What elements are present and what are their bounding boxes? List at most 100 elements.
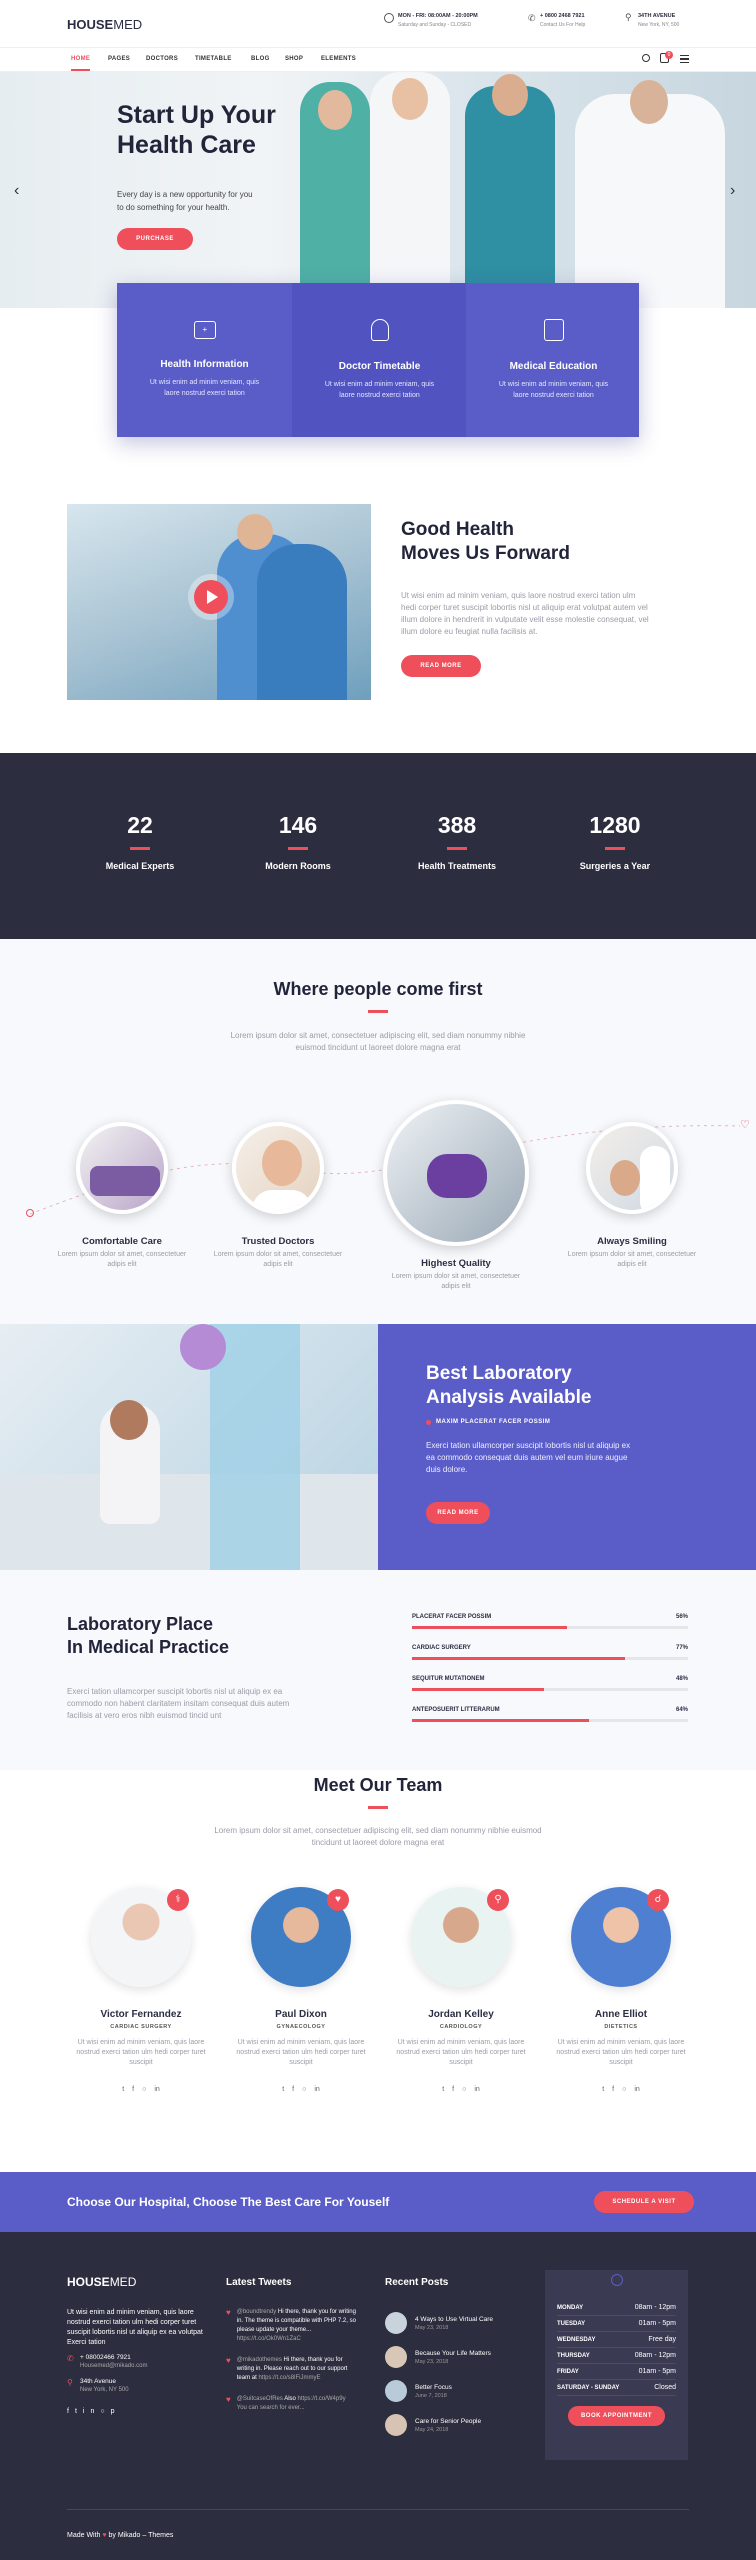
footer-logo[interactable]: HOUSEMED xyxy=(67,2275,136,2289)
hero-text-line1: Every day is a new opportunity for you xyxy=(117,190,253,199)
lab-read-more-button[interactable]: READ MORE xyxy=(426,1502,490,1524)
footer-logo-light: MED xyxy=(109,2275,137,2289)
post-thumbnail xyxy=(385,2346,407,2368)
team-member-victor-fernandez[interactable]: ⚕ Victor Fernandez CARDIAC SURGERY Ut wi… xyxy=(76,1887,206,2096)
nav-blog[interactable]: BLOG xyxy=(251,56,270,62)
logo[interactable]: HOUSEMED xyxy=(67,17,142,32)
nav-timetable[interactable]: TIMETABLE xyxy=(195,56,232,62)
menu-icon[interactable] xyxy=(680,55,689,63)
facebook-icon[interactable]: f xyxy=(67,2408,75,2415)
recent-post[interactable]: 4 Ways to Use Virtual Care May 23, 2018 xyxy=(385,2306,510,2340)
footer-about: Ut wisi enim ad minim veniam, quis laore… xyxy=(67,2309,203,2346)
search-icon[interactable] xyxy=(642,54,650,62)
team-member-paul-dixon[interactable]: ♥ Paul Dixon GYNAECOLOGY Ut wisi enim ad… xyxy=(236,1887,366,2096)
hours-row: MONDAY 08am - 12pm xyxy=(557,2300,676,2316)
schedule-visit-button[interactable]: SCHEDULE A VISIT xyxy=(594,2191,694,2213)
tweet-handle[interactable]: @SuitcaseOfRes xyxy=(237,2396,283,2402)
team-member-jordan-kelley[interactable]: ⚲ Jordan Kelley CARDIOLOGY Ut wisi enim … xyxy=(396,1887,526,2096)
instagram-icon[interactable]: ○ xyxy=(142,2086,146,2093)
twitter-icon[interactable]: t xyxy=(75,2408,83,2415)
address-sub: New York, NY, 500 xyxy=(638,22,680,28)
team-photo: ⚲ xyxy=(411,1887,511,1987)
team-role: CARDIAC SURGERY xyxy=(110,2024,172,2030)
twitter-icon[interactable]: t xyxy=(602,2086,604,2093)
service-title: Medical Education xyxy=(509,361,598,372)
nav-home[interactable]: HOME xyxy=(71,56,91,71)
instagram-icon[interactable]: ○ xyxy=(100,2408,110,2415)
team-photo: ☌ xyxy=(571,1887,671,1987)
team-social: t f ○ in xyxy=(396,2078,526,2096)
nav-doctors[interactable]: DOCTORS xyxy=(146,56,178,62)
recent-post[interactable]: Better Focus June 7, 2018 xyxy=(385,2374,510,2408)
nav-elements[interactable]: ELEMENTS xyxy=(321,56,356,62)
lab-balloon xyxy=(180,1324,226,1370)
hero-slider: ‹ › Start Up Your Health Care Every day i… xyxy=(0,72,756,308)
team-member-anne-elliot[interactable]: ☌ Anne Elliot DIETETICS Ut wisi enim ad … xyxy=(556,1887,686,2096)
linkedin-icon[interactable]: in xyxy=(474,2086,479,2093)
twitter-icon[interactable]: t xyxy=(122,2086,124,2093)
purchase-button[interactable]: PURCHASE xyxy=(117,228,193,250)
magnifier-icon: ☌ xyxy=(647,1889,669,1911)
copyright-pre: Made With xyxy=(67,2532,101,2539)
hero-doctor-4 xyxy=(575,94,725,308)
prev-arrow-icon[interactable]: ‹ xyxy=(14,182,19,200)
people-item-title: Highest Quality xyxy=(421,1258,491,1269)
twitter-icon: ♥ xyxy=(226,2356,231,2365)
service-card-medical-education[interactable]: Medical Education Ut wisi enim ad minim … xyxy=(466,283,641,437)
about-read-more-button[interactable]: READ MORE xyxy=(401,655,481,677)
service-card-health-info[interactable]: + Health Information Ut wisi enim ad min… xyxy=(117,283,292,437)
cta-text: Choose Our Hospital, Choose The Best Car… xyxy=(67,2195,390,2209)
next-arrow-icon[interactable]: › xyxy=(730,182,735,200)
hours-row: THURSDAY 08am - 12pm xyxy=(557,2347,676,2364)
tweet-handle[interactable]: @boundtrendy xyxy=(237,2309,276,2315)
footer-email[interactable]: Housemed@mikado.com xyxy=(80,2363,147,2369)
facebook-icon[interactable]: f xyxy=(452,2086,454,2093)
people-item-trusted-doctors: Trusted Doctors Lorem ipsum dolor sit ame… xyxy=(213,1236,343,1270)
stat-health-treatments: 388 Health Treatments xyxy=(387,812,527,871)
twitter-icon[interactable]: t xyxy=(442,2086,444,2093)
nav-shop[interactable]: SHOP xyxy=(285,56,303,62)
team-role: DIETETICS xyxy=(604,2024,638,2030)
clock-icon xyxy=(610,2274,623,2286)
doctor-icon xyxy=(370,319,389,341)
hero-doctor-3 xyxy=(465,86,555,308)
copyright-post[interactable]: by Mikado – Themes xyxy=(109,2532,174,2539)
hours-table: MONDAY 08am - 12pm TUESDAY 01am - 5pm WEDN… xyxy=(557,2300,676,2396)
facebook-icon[interactable]: f xyxy=(132,2086,134,2093)
hours-row: SATURDAY - SUNDAY Closed xyxy=(557,2379,676,2396)
tweet-link[interactable]: https://t.co/Ok0Wn1ZaC xyxy=(237,2336,301,2342)
about-video-thumbnail[interactable] xyxy=(67,504,371,700)
footer-phone[interactable]: + 08002466 7921 xyxy=(80,2354,131,2361)
recent-post[interactable]: Care for Senior People May 24, 2018 xyxy=(385,2408,510,2442)
facebook-icon[interactable]: f xyxy=(612,2086,614,2093)
stat-number: 1280 xyxy=(589,812,641,838)
instagram-icon[interactable]: ○ xyxy=(302,2086,306,2093)
recent-post[interactable]: Because Your Life Matters May 23, 2018 xyxy=(385,2340,510,2374)
nav-pages[interactable]: PAGES xyxy=(108,56,130,62)
pinterest-icon[interactable]: p xyxy=(111,2408,121,2415)
linkedin-icon[interactable]: in xyxy=(314,2086,319,2093)
team-name: Jordan Kelley xyxy=(428,2009,494,2020)
progress-label: CARDIAC SURGERY xyxy=(412,1645,471,1651)
team-text: Ut wisi enim ad minim veniam, quis laore… xyxy=(396,2039,526,2066)
phone-title[interactable]: + 0800 2468 7921 xyxy=(540,13,585,19)
service-card-doctor-timetable[interactable]: Doctor Timetable Ut wisi enim ad minim v… xyxy=(292,283,467,437)
hours-time: Closed xyxy=(628,2379,676,2396)
linkedin-icon[interactable]: in xyxy=(154,2086,159,2093)
people-item-text: Lorem ipsum dolor sit amet, consectetuer… xyxy=(391,1273,521,1290)
tweet-handle[interactable]: @mikadothemes xyxy=(237,2357,282,2363)
instagram-icon[interactable]: ○ xyxy=(462,2086,466,2093)
footer-address-2: New York, NY 500 xyxy=(80,2387,129,2393)
tweet-link[interactable]: https://t.co/s8lFiJmmyE xyxy=(258,2375,320,2381)
book-appointment-button[interactable]: BOOK APPOINTMENT xyxy=(568,2406,665,2426)
play-icon[interactable] xyxy=(194,580,228,614)
twitter-icon[interactable]: t xyxy=(282,2086,284,2093)
facebook-icon[interactable]: f xyxy=(292,2086,294,2093)
team-role: GYNAECOLOGY xyxy=(276,2024,326,2030)
linkedin-icon[interactable]: in xyxy=(83,2408,100,2415)
linkedin-icon[interactable]: in xyxy=(634,2086,639,2093)
video-nurse-face xyxy=(237,514,273,550)
progress-bar: CARDIAC SURGERY 77% xyxy=(412,1645,688,1660)
instagram-icon[interactable]: ○ xyxy=(622,2086,626,2093)
team-photo: ⚕ xyxy=(91,1887,191,1987)
